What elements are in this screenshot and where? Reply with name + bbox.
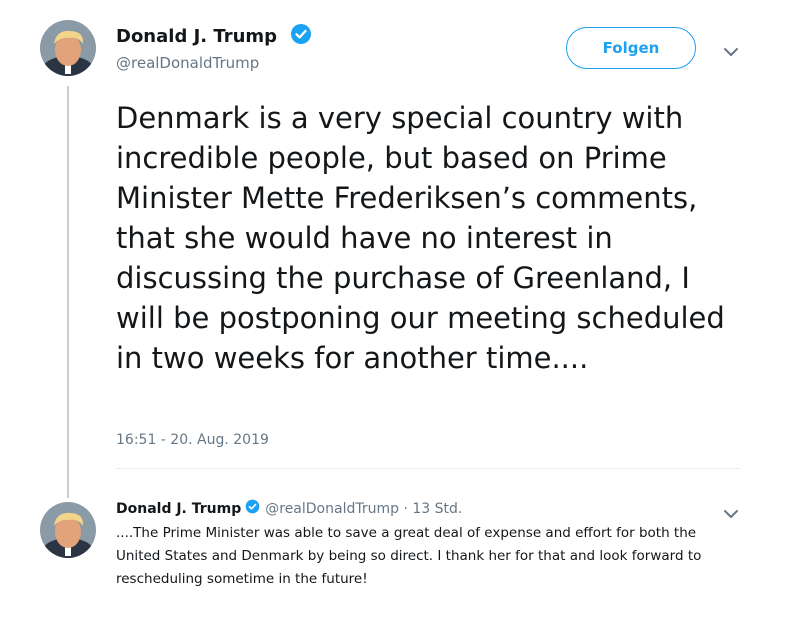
- author-handle[interactable]: @realDonaldTrump: [116, 54, 259, 72]
- thread-connector-line: [67, 86, 69, 498]
- divider: [116, 468, 740, 469]
- verified-badge-icon: [290, 23, 312, 49]
- avatar[interactable]: [40, 20, 96, 76]
- chevron-down-icon[interactable]: [723, 43, 739, 62]
- author-name[interactable]: Donald J. Trump: [116, 26, 277, 47]
- reply-author-handle[interactable]: @realDonaldTrump: [265, 501, 399, 517]
- reply-time-ago[interactable]: 13 Std.: [412, 501, 462, 517]
- follow-button[interactable]: Folgen: [566, 27, 696, 69]
- reply-header: Donald J. Trump @realDonaldTrump · 13 St…: [116, 499, 462, 518]
- reply-author-name[interactable]: Donald J. Trump: [116, 501, 241, 517]
- reply-separator: ·: [399, 500, 413, 517]
- tweet-text: Denmark is a very special country with i…: [116, 101, 725, 375]
- avatar[interactable]: [40, 502, 96, 558]
- reply-tweet-text: ....The Prime Minister was able to save …: [116, 525, 702, 587]
- tweet-timestamp[interactable]: 16:51 - 20. Aug. 2019: [116, 432, 269, 448]
- verified-badge-icon: [245, 499, 260, 518]
